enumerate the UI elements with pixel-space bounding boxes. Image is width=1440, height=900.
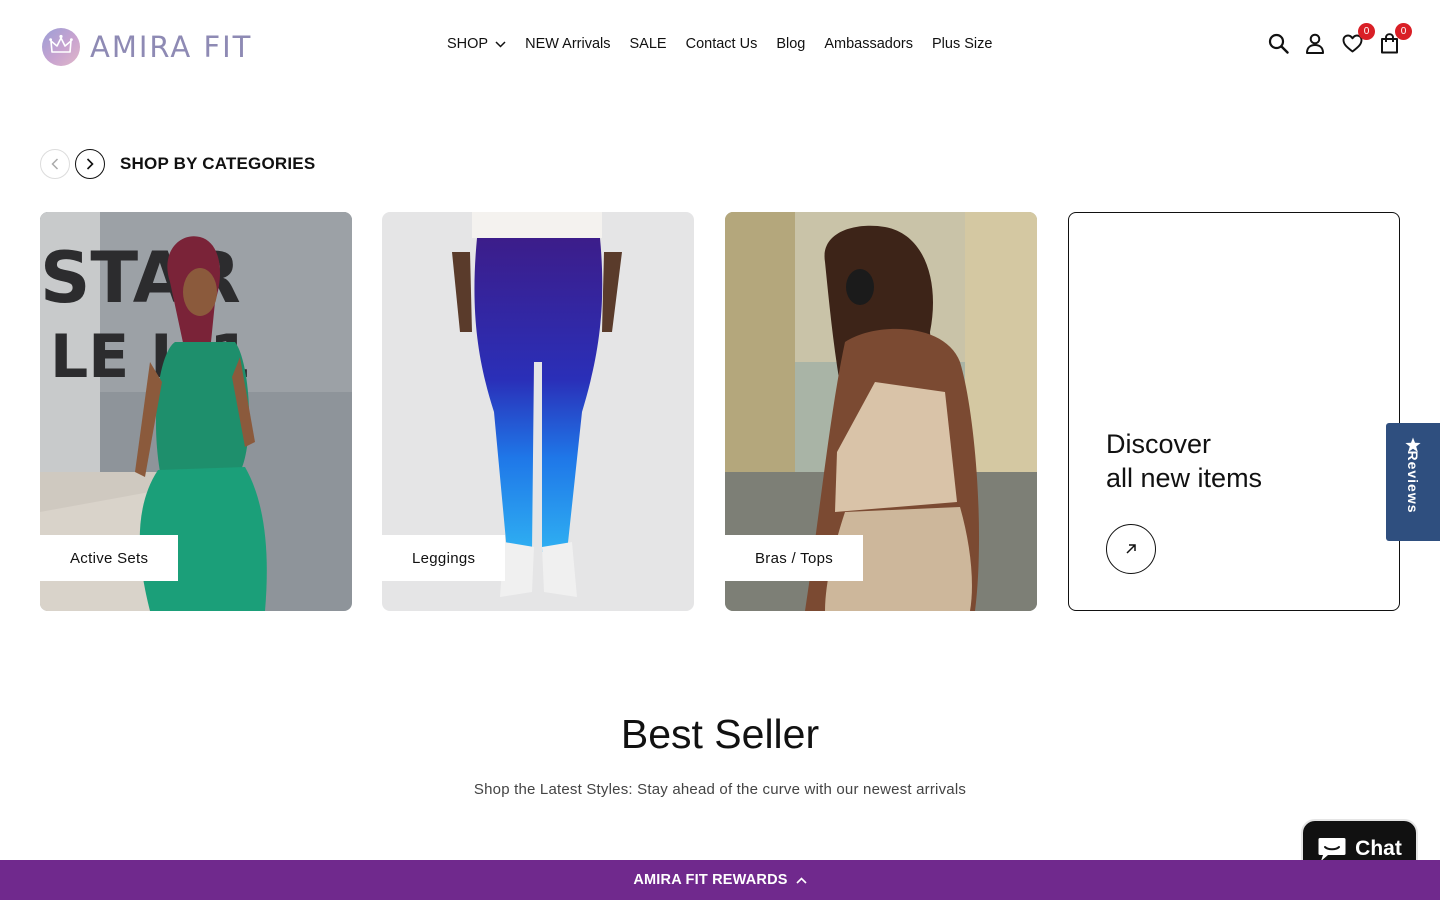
nav-shop[interactable]: SHOP	[447, 36, 506, 52]
discover-title: Discover all new items	[1106, 427, 1262, 495]
crown-logo-icon	[42, 28, 80, 66]
site-header: AMIRA FIT SHOP NEW Arrivals SALE Contact…	[0, 0, 1440, 92]
nav-blog[interactable]: Blog	[776, 36, 805, 52]
chat-bubble-icon	[1318, 838, 1346, 861]
logo[interactable]: AMIRA FIT	[42, 28, 252, 66]
chat-label: Chat	[1355, 837, 1402, 860]
category-card-bras-tops[interactable]: Bras / Tops	[725, 212, 1037, 611]
category-card-active-sets[interactable]: STAR LE L 1 Active Sets	[40, 212, 352, 611]
nav-sale[interactable]: SALE	[630, 36, 667, 52]
main-nav: SHOP NEW Arrivals SALE Contact Us Blog A…	[447, 36, 992, 52]
discover-line-1: Discover	[1106, 429, 1212, 459]
nav-ambassadors[interactable]: Ambassadors	[824, 36, 913, 52]
categories-header: SHOP BY CATEGORIES	[40, 149, 315, 179]
wishlist-button[interactable]: 0	[1341, 23, 1375, 54]
category-card-leggings[interactable]: Leggings	[382, 212, 694, 611]
chevron-right-icon	[86, 158, 94, 170]
categories-title: SHOP BY CATEGORIES	[120, 154, 316, 173]
nav-new-arrivals[interactable]: NEW Arrivals	[525, 36, 610, 52]
rewards-bar[interactable]: AMIRA FIT REWARDS	[0, 860, 1440, 900]
nav-shop-label: SHOP	[447, 36, 489, 52]
rewards-label: AMIRA FIT REWARDS	[633, 872, 788, 888]
category-label: Bras / Tops	[725, 535, 864, 581]
reviews-tab[interactable]: Reviews	[1386, 423, 1440, 541]
cart-button[interactable]: 0	[1378, 23, 1412, 54]
logo-text: AMIRA FIT	[90, 30, 253, 64]
search-icon[interactable]	[1267, 32, 1289, 54]
best-seller-subtitle: Shop the Latest Styles: Stay ahead of th…	[473, 781, 967, 798]
cart-count-badge: 0	[1395, 23, 1412, 40]
nav-contact-us[interactable]: Contact Us	[686, 36, 758, 52]
discover-new-items-card[interactable]: Discover all new items	[1068, 212, 1400, 611]
nav-plus-size[interactable]: Plus Size	[932, 36, 992, 52]
category-label: Leggings	[382, 535, 506, 581]
arrow-up-right-icon	[1126, 544, 1136, 554]
chevron-down-icon	[495, 36, 506, 52]
category-label: Active Sets	[40, 535, 179, 581]
header-icons: 0 0	[1267, 23, 1412, 54]
discover-line-2: all new items	[1106, 463, 1263, 493]
wishlist-count-badge: 0	[1358, 23, 1375, 40]
chevron-left-icon	[51, 158, 59, 170]
carousel-prev-button[interactable]	[40, 149, 70, 179]
best-seller-title: Best Seller	[620, 711, 820, 757]
chevron-up-icon	[796, 876, 807, 884]
carousel-next-button[interactable]	[75, 149, 105, 179]
discover-arrow-button[interactable]	[1106, 524, 1156, 574]
account-icon[interactable]	[1304, 32, 1326, 54]
reviews-label: Reviews	[1405, 450, 1421, 514]
